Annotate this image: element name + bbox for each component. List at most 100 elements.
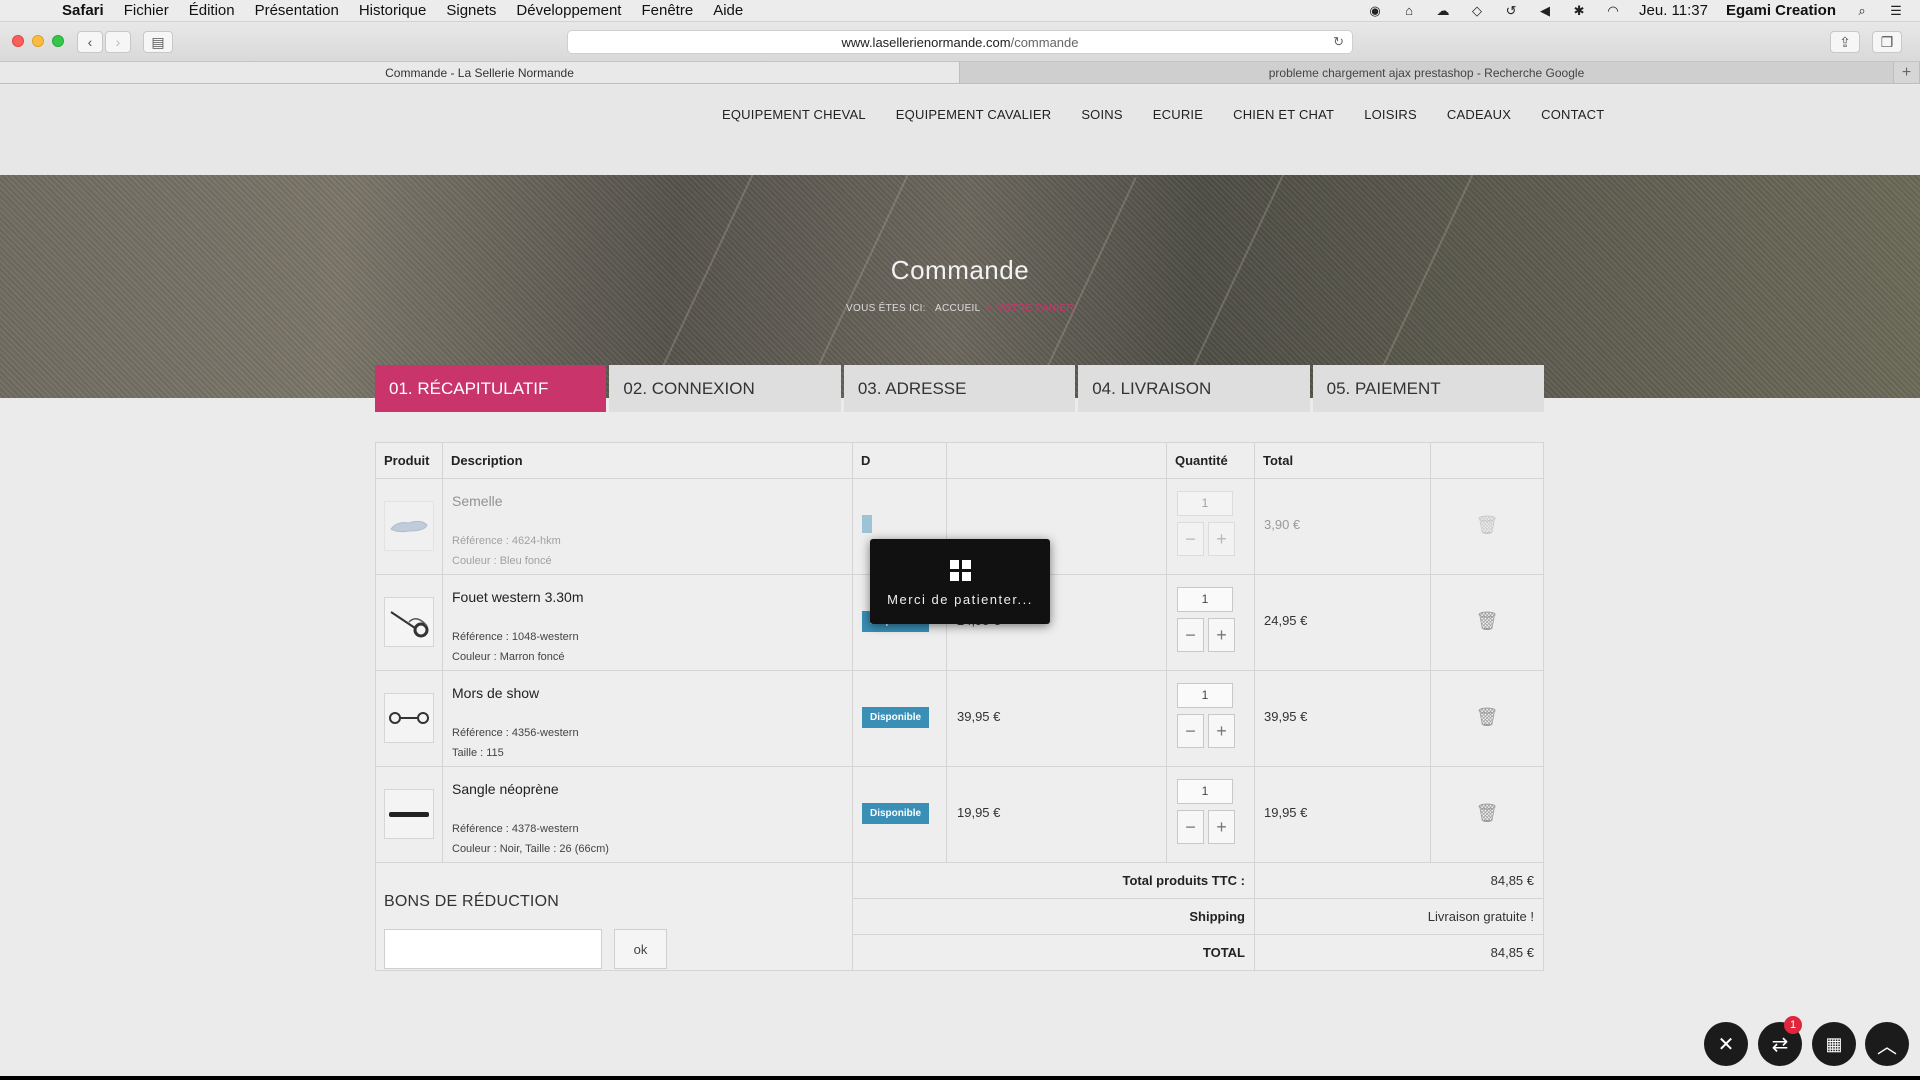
close-icon[interactable]: ✕ — [1704, 1022, 1748, 1066]
nav-loisirs[interactable]: LOISIRS — [1349, 107, 1432, 122]
product-name[interactable]: Semelle — [452, 493, 852, 509]
quantity-decrease-button[interactable]: − — [1177, 810, 1204, 844]
product-thumbnail[interactable] — [384, 597, 434, 647]
back-button[interactable]: ‹ — [77, 31, 103, 53]
nav-cadeaux[interactable]: CADEAUX — [1432, 107, 1526, 122]
notification-center-icon[interactable]: ☰ — [1888, 3, 1904, 18]
breadcrumb-home[interactable]: ACCUEIL — [935, 303, 980, 314]
share-icon[interactable]: ⇪ — [1830, 31, 1860, 53]
user-name[interactable]: Egami Creation — [1726, 2, 1836, 19]
airport-icon[interactable]: ⌂ — [1401, 3, 1417, 18]
unit-price: 19,95 € — [946, 766, 1167, 863]
compare-icon[interactable]: ⇄ 1 — [1758, 1016, 1802, 1066]
product-name[interactable]: Sangle néoprène — [452, 781, 852, 797]
volume-icon[interactable]: ◀ — [1537, 3, 1553, 18]
menu-presentation[interactable]: Présentation — [245, 2, 349, 19]
product-thumbnail[interactable] — [384, 501, 434, 551]
quantity-input[interactable]: 1 — [1177, 491, 1233, 516]
wifi-icon[interactable]: ◠ — [1605, 3, 1621, 18]
tab-commande[interactable]: Commande - La Sellerie Normande — [0, 62, 960, 83]
product-thumbnail[interactable] — [384, 789, 434, 839]
close-window-icon[interactable] — [12, 35, 24, 47]
step-paiement[interactable]: 05. PAIEMENT — [1312, 365, 1545, 412]
total-products-value: 84,85 € — [1254, 862, 1544, 899]
reload-icon[interactable]: ↻ — [1333, 34, 1344, 50]
loading-message: Merci de patienter... — [887, 592, 1033, 607]
quantity-increase-button[interactable]: + — [1208, 714, 1235, 748]
coupon-code-input[interactable] — [384, 929, 602, 969]
header-unit-price — [946, 442, 1167, 479]
quantity-increase-button[interactable]: + — [1208, 522, 1235, 556]
quantity-increase-button[interactable]: + — [1208, 618, 1235, 652]
availability-badge: Disponible — [862, 707, 930, 728]
availability-badge: Disponible — [862, 803, 930, 824]
menu-signets[interactable]: Signets — [436, 2, 506, 19]
quantity-input[interactable]: 1 — [1177, 779, 1233, 804]
quantity-input[interactable]: 1 — [1177, 683, 1233, 708]
breadcrumb: VOUS ÊTES ICI: ACCUEIL > VOTRE PANIER — [0, 303, 1920, 314]
quantity-decrease-button[interactable]: − — [1177, 522, 1204, 556]
nav-ecurie[interactable]: ECURIE — [1138, 107, 1218, 122]
trash-icon[interactable]: 🗑 — [1476, 515, 1499, 536]
nav-soins[interactable]: SOINS — [1066, 107, 1137, 122]
zoom-window-icon[interactable] — [52, 35, 64, 47]
table-row: Mors de show Référence : 4356-western Ta… — [375, 670, 1544, 767]
product-reference: Référence : 4624-hkm — [452, 535, 561, 547]
sidebar-toggle-icon[interactable]: ▤ — [143, 31, 173, 53]
menu-historique[interactable]: Historique — [349, 2, 437, 19]
grid-icon[interactable]: ▦ — [1812, 1022, 1856, 1066]
nav-equipement-cavalier[interactable]: EQUIPEMENT CAVALIER — [881, 107, 1067, 122]
menu-fenetre[interactable]: Fenêtre — [631, 2, 703, 19]
url-path: /commande — [1010, 34, 1079, 50]
nav-chien-et-chat[interactable]: CHIEN ET CHAT — [1218, 107, 1349, 122]
dropbox-icon[interactable]: ◇ — [1469, 3, 1485, 18]
table-row: Sangle néoprène Référence : 4378-western… — [375, 766, 1544, 863]
step-livraison[interactable]: 04. LIVRAISON — [1078, 365, 1310, 412]
loading-overlay: Merci de patienter... — [870, 539, 1050, 624]
menu-developpement[interactable]: Développement — [506, 2, 631, 19]
time-machine-icon[interactable]: ↺ — [1503, 3, 1519, 18]
line-total: 3,90 € — [1254, 478, 1431, 575]
trash-icon[interactable]: 🗑 — [1476, 803, 1499, 824]
menu-edition[interactable]: Édition — [179, 2, 245, 19]
quantity-input[interactable]: 1 — [1177, 587, 1233, 612]
trash-icon[interactable]: 🗑 — [1476, 611, 1499, 632]
product-reference: Référence : 4356-western — [452, 727, 579, 739]
breadcrumb-prefix: VOUS ÊTES ICI: — [846, 303, 926, 314]
step-recapitulatif[interactable]: 01. RÉCAPITULATIF — [375, 365, 607, 412]
step-connexion[interactable]: 02. CONNEXION — [609, 365, 841, 412]
menu-fichier[interactable]: Fichier — [114, 2, 179, 19]
cloud-icon[interactable]: ☁ — [1435, 3, 1451, 18]
line-total: 19,95 € — [1254, 766, 1431, 863]
product-name[interactable]: Mors de show — [452, 685, 852, 701]
step-adresse[interactable]: 03. ADRESSE — [843, 365, 1076, 412]
header-product: Produit — [375, 442, 443, 479]
scroll-to-top-icon[interactable]: ︿ — [1865, 1022, 1909, 1066]
site-header: EQUIPEMENT CHEVAL EQUIPEMENT CAVALIER SO… — [0, 85, 1920, 175]
line-total: 24,95 € — [1254, 574, 1431, 671]
new-tab-button[interactable]: + — [1894, 62, 1920, 83]
menu-aide[interactable]: Aide — [703, 2, 753, 19]
quantity-decrease-button[interactable]: − — [1177, 714, 1204, 748]
total-value: 84,85 € — [1254, 934, 1544, 971]
spotlight-icon[interactable]: ⌕ — [1854, 3, 1870, 18]
address-bar[interactable]: www.lasellerienormande.com/commande ↻ — [567, 30, 1353, 54]
product-name[interactable]: Fouet western 3.30m — [452, 589, 852, 605]
quantity-decrease-button[interactable]: − — [1177, 618, 1204, 652]
menu-app-name[interactable]: Safari — [52, 2, 114, 19]
forward-button[interactable]: › — [105, 31, 131, 53]
tabs-overview-icon[interactable]: ❐ — [1872, 31, 1902, 53]
product-thumbnail[interactable] — [384, 693, 434, 743]
nav-contact[interactable]: CONTACT — [1526, 107, 1619, 122]
quantity-increase-button[interactable]: + — [1208, 810, 1235, 844]
minimize-window-icon[interactable] — [32, 35, 44, 47]
coupon-ok-button[interactable]: ok — [614, 929, 667, 969]
clock[interactable]: Jeu. 11:37 — [1639, 2, 1708, 19]
total-label: TOTAL — [852, 934, 1255, 971]
page-title: Commande — [890, 255, 1030, 285]
tab-google-search[interactable]: probleme chargement ajax prestashop - Re… — [960, 62, 1894, 83]
status-icon[interactable]: ◉ — [1367, 3, 1383, 18]
nav-equipement-cheval[interactable]: EQUIPEMENT CHEVAL — [707, 107, 881, 122]
bluetooth-icon[interactable]: ✱ — [1571, 3, 1587, 18]
trash-icon[interactable]: 🗑 — [1476, 707, 1499, 728]
